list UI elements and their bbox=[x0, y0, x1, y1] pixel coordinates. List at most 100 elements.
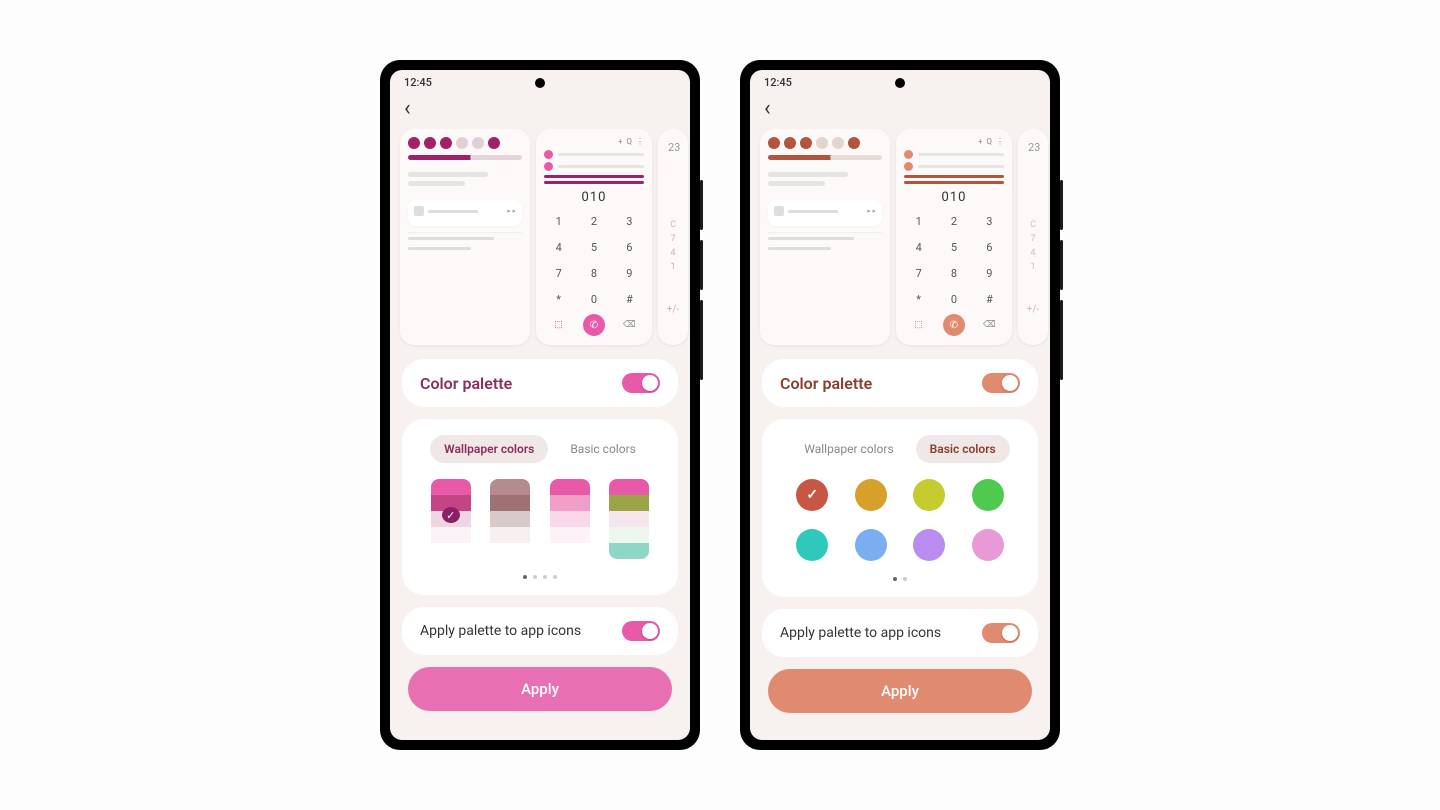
color-option[interactable] bbox=[855, 529, 887, 561]
phone-mockup-left: 12:45 ‹ bbox=[380, 60, 700, 750]
placeholder-line bbox=[918, 153, 1004, 156]
qs-icon bbox=[784, 137, 796, 149]
notification-card: ▸ ▸ bbox=[768, 200, 882, 226]
accent-line bbox=[544, 181, 644, 184]
apply-button[interactable]: Apply bbox=[408, 667, 672, 711]
apply-icons-toggle[interactable] bbox=[622, 621, 660, 641]
check-icon: ✓ bbox=[442, 507, 460, 523]
placeholder-line bbox=[408, 247, 471, 250]
clock-peek-text: 23 bbox=[1026, 137, 1040, 158]
placeholder-line bbox=[768, 237, 854, 240]
tab-basic-colors[interactable]: Basic colors bbox=[556, 435, 650, 463]
back-button[interactable]: ‹ bbox=[400, 96, 415, 121]
dialer-display: 010 bbox=[544, 190, 644, 205]
preview-quicksettings[interactable]: ▸ ▸ bbox=[760, 129, 890, 345]
letter-column: C741 bbox=[666, 218, 680, 274]
qs-icon bbox=[768, 137, 780, 149]
dialer-top-icons: +Q⋮ bbox=[904, 137, 1004, 146]
preview-dialer[interactable]: +Q⋮ 010 123 456 789 *0# ⬚ ✆ ⌫ bbox=[536, 129, 652, 345]
media-controls-icon: ▸ ▸ bbox=[867, 207, 876, 215]
power-button bbox=[700, 300, 703, 380]
placeholder-line bbox=[558, 153, 644, 156]
media-controls-icon: ▸ ▸ bbox=[507, 207, 516, 215]
palette-title: Color palette bbox=[420, 374, 512, 393]
color-option[interactable] bbox=[796, 479, 828, 511]
placeholder-line bbox=[408, 237, 494, 240]
preview-quicksettings[interactable]: ▸ ▸ bbox=[400, 129, 530, 345]
tab-wallpaper-colors[interactable]: Wallpaper colors bbox=[430, 435, 548, 463]
call-button-icon: ✆ bbox=[943, 314, 965, 336]
dialer-top-icons: +Q⋮ bbox=[544, 137, 644, 146]
palette-swatch[interactable] bbox=[550, 479, 590, 559]
placeholder-line bbox=[768, 172, 848, 177]
preview-clock[interactable]: 23 C741 +/- bbox=[1018, 129, 1048, 345]
pager-dots bbox=[420, 575, 660, 579]
color-palette-card: Color palette bbox=[762, 359, 1038, 407]
volume-up-button bbox=[700, 180, 703, 230]
qs-icon bbox=[800, 137, 812, 149]
palette-title: Color palette bbox=[780, 374, 872, 393]
volume-up-button bbox=[1060, 180, 1063, 230]
palette-swatch[interactable]: ✓ bbox=[431, 479, 471, 559]
placeholder-line bbox=[788, 210, 838, 213]
color-option[interactable] bbox=[855, 479, 887, 511]
clock-peek-text: 23 bbox=[666, 137, 680, 158]
color-option[interactable] bbox=[913, 479, 945, 511]
theme-previews[interactable]: ▸ ▸ +Q⋮ 010 123 456 bbox=[390, 129, 690, 359]
camera-cutout bbox=[895, 78, 905, 88]
tab-basic-colors[interactable]: Basic colors bbox=[916, 435, 1010, 463]
dialer-keypad: 123 456 789 *0# ⬚ ✆ ⌫ bbox=[904, 211, 1004, 335]
phone-mockup-right: 12:45 ‹ bbox=[740, 60, 1060, 750]
wallpaper-swatches: ✓ bbox=[420, 479, 660, 559]
accent-line bbox=[904, 181, 1004, 184]
dialer-display: 010 bbox=[904, 190, 1004, 205]
contact-dot-icon bbox=[904, 162, 913, 171]
theme-previews[interactable]: ▸ ▸ +Q⋮ 010 123 456 bbox=[750, 129, 1050, 359]
letter-column: C741 bbox=[1026, 218, 1040, 274]
qs-icon bbox=[848, 137, 860, 149]
preview-dialer[interactable]: +Q⋮ 010 123 456 789 *0# ⬚ ✆ ⌫ bbox=[896, 129, 1012, 345]
contact-dot-icon bbox=[544, 150, 553, 159]
apply-icons-toggle[interactable] bbox=[982, 623, 1020, 643]
color-option[interactable] bbox=[796, 529, 828, 561]
dialer-keypad: 123 456 789 *0# ⬚ ✆ ⌫ bbox=[544, 211, 644, 335]
qs-icon bbox=[488, 137, 500, 149]
color-option[interactable] bbox=[972, 479, 1004, 511]
apply-icons-card: Apply palette to app icons bbox=[402, 607, 678, 655]
placeholder-line bbox=[408, 181, 465, 186]
tab-wallpaper-colors[interactable]: Wallpaper colors bbox=[790, 435, 907, 463]
contact-dot-icon bbox=[544, 162, 553, 171]
placeholder-line bbox=[768, 247, 831, 250]
palette-toggle[interactable] bbox=[622, 373, 660, 393]
apply-icons-label: Apply palette to app icons bbox=[420, 623, 581, 639]
brightness-slider bbox=[768, 155, 882, 160]
volume-down-button bbox=[1060, 240, 1063, 290]
apply-button[interactable]: Apply bbox=[768, 669, 1032, 713]
notification-card: ▸ ▸ bbox=[408, 200, 522, 226]
screen: 12:45 ‹ bbox=[390, 70, 690, 740]
pager-dots bbox=[780, 577, 1020, 581]
qs-icon bbox=[456, 137, 468, 149]
apply-button-label: Apply bbox=[881, 682, 919, 700]
screen: 12:45 ‹ bbox=[750, 70, 1050, 740]
color-option[interactable] bbox=[972, 529, 1004, 561]
placeholder-line bbox=[768, 181, 825, 186]
qs-icon bbox=[472, 137, 484, 149]
palette-swatch[interactable] bbox=[609, 479, 649, 559]
apply-icons-label: Apply palette to app icons bbox=[780, 625, 941, 641]
app-icon-placeholder bbox=[414, 206, 424, 216]
clock-text: 12:45 bbox=[404, 76, 432, 89]
placeholder-line bbox=[428, 210, 478, 213]
palette-swatch[interactable] bbox=[490, 479, 530, 559]
color-option[interactable] bbox=[913, 529, 945, 561]
back-button[interactable]: ‹ bbox=[760, 96, 775, 121]
volume-down-button bbox=[700, 240, 703, 290]
camera-cutout bbox=[535, 78, 545, 88]
accent-line bbox=[544, 175, 644, 178]
accent-line bbox=[904, 175, 1004, 178]
palette-toggle[interactable] bbox=[982, 373, 1020, 393]
preview-clock[interactable]: 23 C741 +/- bbox=[658, 129, 688, 345]
placeholder-line bbox=[918, 165, 1004, 168]
palette-options-card: Wallpaper colors Basic colors ✓ bbox=[402, 419, 678, 595]
call-button-icon: ✆ bbox=[583, 314, 605, 336]
